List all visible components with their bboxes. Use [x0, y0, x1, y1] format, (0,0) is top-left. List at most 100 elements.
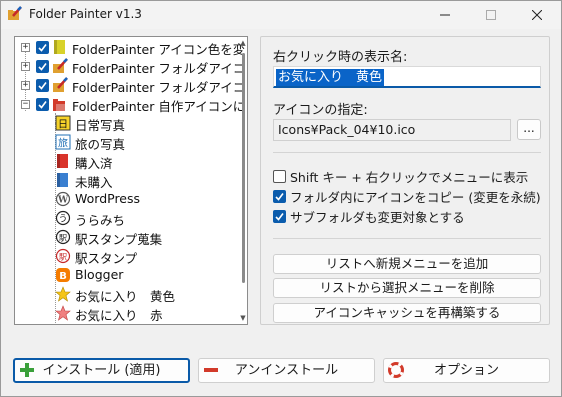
option-label: フォルダ内にアイコンをコピー (変更を永続)	[290, 190, 541, 205]
tree-item[interactable]: う うらみち	[15, 209, 243, 228]
options-button[interactable]: オプション	[383, 358, 550, 383]
tree-item-label: Blogger	[75, 267, 124, 282]
vertical-scrollbar-thumb[interactable]	[242, 53, 245, 283]
tree-item-label: WordPress	[75, 191, 141, 206]
tree-item-label: 駅スタンプ	[75, 251, 138, 266]
tree-item-label: FolderPainter フォルダアイコ	[72, 61, 246, 76]
divider	[273, 152, 541, 153]
nichi-kanji-icon: 日	[55, 115, 71, 131]
menu-name-label: 右クリック時の表示名:	[273, 50, 408, 65]
tree-item-label: FolderPainter 自作アイコンに	[72, 99, 246, 114]
shift-right-click-option[interactable]: Shift キー + 右クリックでメニューに表示	[273, 168, 528, 185]
svg-text:W: W	[57, 196, 69, 206]
maximize-button[interactable]	[468, 1, 514, 29]
svg-text:B: B	[59, 271, 67, 282]
install-button[interactable]: インストール (適用)	[13, 358, 190, 383]
tree-item-label: 日常写真	[75, 118, 126, 133]
tree-item[interactable]: 駅 駅スタンプ	[15, 247, 243, 266]
folder-painter-window: Folder Painter v1.3 + FolderPainter アイコン…	[0, 0, 562, 397]
tree-item-label: うらみち	[75, 213, 126, 228]
add-menu-button[interactable]: リストへ新規メニューを追加	[273, 254, 541, 274]
tree-item[interactable]: + FolderPainter フォルダアイコン	[15, 76, 247, 95]
icon-label: アイコンの指定:	[273, 103, 368, 118]
menu-name-input[interactable]: お気に入り 黄色	[273, 66, 541, 88]
tree-item[interactable]: B Blogger	[15, 266, 243, 285]
checkmark-icon	[38, 63, 47, 71]
minimize-button[interactable]	[422, 1, 468, 29]
wordpress-icon: W	[55, 191, 71, 207]
checkmark-icon	[275, 193, 284, 201]
tree-item-label: FolderPainter アイコン色を変	[72, 42, 246, 57]
expand-icon[interactable]: +	[21, 43, 30, 52]
window-title: Folder Painter v1.3	[29, 7, 142, 21]
scroll-up-arrow-icon[interactable]: ▲	[239, 39, 247, 47]
svg-text:駅: 駅	[59, 253, 67, 262]
menu-name-value: お気に入り 黄色	[276, 69, 385, 86]
divider	[273, 238, 541, 239]
checkbox[interactable]	[273, 170, 286, 183]
tree-item-label: 未購入	[75, 175, 113, 190]
svg-text:日: 日	[58, 120, 68, 131]
scroll-down-arrow-icon[interactable]: ▼	[239, 314, 247, 322]
rebuild-icon-cache-button[interactable]: アイコンキャッシュを再構築する	[273, 303, 541, 323]
collapse-icon[interactable]: −	[21, 100, 30, 109]
minimize-icon	[440, 14, 450, 16]
expand-icon[interactable]: +	[21, 62, 30, 71]
circle-u-icon: う	[55, 210, 71, 226]
yellow-folder-icon	[54, 40, 65, 54]
app-icon	[8, 6, 22, 20]
svg-text:旅: 旅	[58, 137, 68, 150]
tabi-kanji-icon: 旅	[55, 134, 71, 150]
red-folder-icon	[53, 99, 65, 111]
menu-settings-panel: 右クリック時の表示名: お気に入り 黄色 アイコンの指定: Icons¥Pack…	[260, 36, 550, 325]
title-bar[interactable]: Folder Painter v1.3	[1, 1, 561, 29]
svg-text:駅: 駅	[59, 234, 67, 243]
checkmark-icon	[38, 101, 47, 109]
red-book-icon	[57, 154, 68, 168]
tree-item[interactable]: お気に入り 赤	[15, 304, 243, 323]
tree-checkbox[interactable]	[36, 98, 49, 111]
tree-item-label: 旅の写真	[75, 137, 126, 152]
checkbox[interactable]	[273, 210, 286, 223]
close-button[interactable]	[514, 1, 560, 29]
tree-item[interactable]: 日 日常写真	[15, 114, 243, 133]
close-icon	[532, 10, 542, 20]
checkmark-icon	[38, 44, 47, 52]
uninstall-button[interactable]: アンインストール	[198, 358, 375, 383]
tree-item[interactable]: + FolderPainter アイコン色を変	[15, 38, 246, 57]
icon-path-field[interactable]: Icons¥Pack_04¥10.ico	[273, 119, 511, 141]
tree-item-label: お気に入り 赤	[75, 308, 163, 323]
tree-item[interactable]: − FolderPainter 自作アイコンに	[15, 95, 246, 114]
checkbox[interactable]	[273, 190, 286, 203]
tree-item-label: 購入済	[75, 156, 113, 171]
eki-stamp-red-icon: 駅	[55, 248, 71, 264]
expand-icon[interactable]: +	[21, 81, 30, 90]
tree-checkbox[interactable]	[36, 60, 49, 73]
tree-item[interactable]: + FolderPainter フォルダアイコ	[15, 57, 246, 76]
tree-item[interactable]: お気に入り 黄色	[15, 285, 243, 304]
blue-book-icon	[57, 173, 68, 187]
tree-checkbox[interactable]	[36, 79, 49, 92]
tree-item[interactable]: W WordPress	[15, 190, 243, 209]
option-label: Shift キー + 右クリックでメニューに表示	[290, 170, 529, 185]
yellow-star-icon	[55, 286, 71, 302]
delete-menu-button[interactable]: リストから選択メニューを削除	[273, 278, 541, 298]
tree-item[interactable]: 旅 旅の写真	[15, 133, 243, 152]
subfolders-option[interactable]: サブフォルダも変更対象とする	[273, 208, 465, 225]
tree-item[interactable]: 駅 駅スタンプ蒐集	[15, 228, 243, 247]
brush-folder-icon	[53, 58, 68, 73]
eki-stamp-icon: 駅	[55, 229, 71, 245]
menu-tree[interactable]: + FolderPainter アイコン色を変 + FolderPainter …	[14, 36, 248, 325]
brush-folder-icon	[53, 77, 68, 92]
tree-item-label: FolderPainter フォルダアイコン	[72, 80, 248, 95]
tree-item[interactable]: 未購入	[15, 171, 243, 190]
tree-item[interactable]: 購入済	[15, 152, 243, 171]
options-label: オプション	[433, 363, 499, 378]
browse-button[interactable]: ...	[517, 119, 541, 140]
checkmark-icon	[38, 82, 47, 90]
tree-checkbox[interactable]	[36, 41, 49, 54]
tree-item-label: 駅スタンプ蒐集	[75, 232, 163, 247]
copy-icon-option[interactable]: フォルダ内にアイコンをコピー (変更を永続)	[273, 188, 541, 205]
install-label: インストール (適用)	[42, 363, 161, 378]
uninstall-label: アンインストール	[234, 363, 339, 378]
